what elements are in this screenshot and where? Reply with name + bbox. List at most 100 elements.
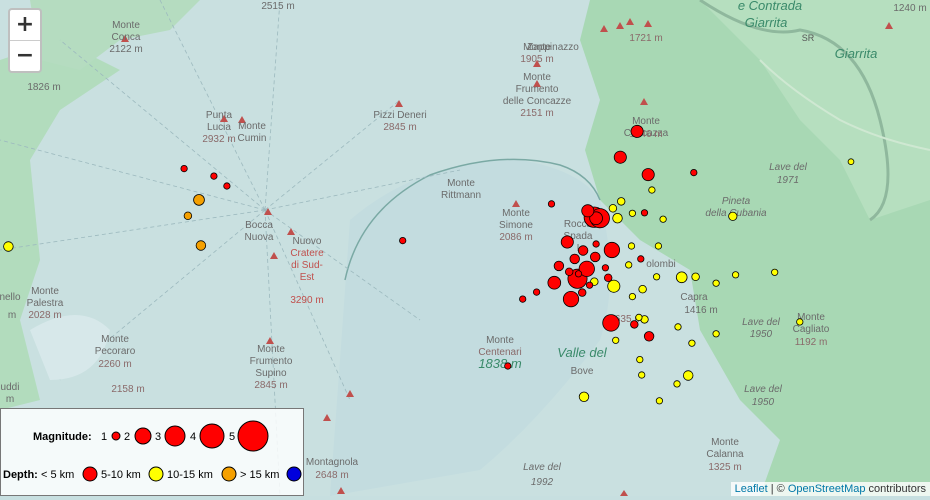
earthquake-marker[interactable] bbox=[553, 260, 565, 272]
earthquake-marker[interactable] bbox=[607, 279, 621, 293]
earthquake-marker[interactable] bbox=[643, 331, 655, 342]
earthquake-marker[interactable] bbox=[625, 261, 633, 269]
map-label: Conca bbox=[112, 32, 141, 43]
legend-depth-2-circle bbox=[148, 466, 164, 482]
earthquake-marker[interactable] bbox=[560, 235, 574, 249]
earthquake-marker[interactable] bbox=[628, 292, 637, 301]
map-label: Monte bbox=[447, 178, 475, 189]
earthquake-marker[interactable] bbox=[577, 245, 589, 256]
earthquake-marker[interactable] bbox=[638, 285, 647, 294]
earthquake-marker[interactable] bbox=[574, 270, 583, 278]
earthquake-marker[interactable] bbox=[578, 391, 590, 403]
earthquake-marker[interactable] bbox=[635, 313, 643, 321]
map-label: delle Concazze bbox=[503, 96, 572, 107]
earthquake-marker[interactable] bbox=[603, 241, 621, 259]
zoom-out-button[interactable]: − bbox=[10, 41, 40, 71]
earthquake-marker[interactable] bbox=[399, 237, 407, 245]
earthquake-marker[interactable] bbox=[578, 288, 587, 297]
earthquake-marker[interactable] bbox=[612, 336, 620, 344]
earthquake-marker[interactable] bbox=[180, 165, 188, 173]
earthquake-marker[interactable] bbox=[612, 212, 623, 224]
earthquake-marker[interactable] bbox=[613, 150, 627, 164]
map-label: Monte bbox=[711, 437, 739, 448]
earthquake-marker[interactable] bbox=[504, 362, 512, 370]
earthquake-marker[interactable] bbox=[630, 124, 644, 138]
osm-link[interactable]: OpenStreetMap bbox=[788, 483, 866, 495]
earthquake-marker[interactable] bbox=[652, 273, 661, 281]
earthquake-marker[interactable] bbox=[562, 290, 580, 308]
map-label: Pineta bbox=[722, 196, 751, 207]
earthquake-marker[interactable] bbox=[674, 323, 682, 331]
map-label: 2122 m bbox=[109, 44, 142, 55]
earthquake-marker[interactable] bbox=[608, 204, 618, 213]
earthquake-marker[interactable] bbox=[648, 186, 656, 194]
earthquake-marker[interactable] bbox=[655, 397, 664, 405]
legend-mag-5-label: 5 bbox=[229, 431, 235, 443]
earthquake-marker[interactable] bbox=[771, 268, 779, 276]
legend-mag-5-circle bbox=[237, 420, 269, 452]
earthquake-marker[interactable] bbox=[673, 380, 681, 388]
earthquake-marker[interactable] bbox=[712, 279, 720, 287]
earthquake-marker[interactable] bbox=[627, 242, 636, 250]
earthquake-marker[interactable] bbox=[688, 339, 696, 347]
earthquake-marker[interactable] bbox=[193, 194, 205, 206]
earthquake-marker[interactable] bbox=[3, 241, 14, 252]
map-label: Lucia bbox=[207, 122, 231, 133]
earthquake-marker[interactable] bbox=[592, 240, 600, 248]
earthquake-marker[interactable] bbox=[691, 272, 700, 281]
earthquake-marker[interactable] bbox=[654, 242, 663, 250]
earthquake-marker[interactable] bbox=[601, 264, 610, 272]
earthquake-marker[interactable] bbox=[617, 197, 626, 206]
earthquake-marker[interactable] bbox=[659, 215, 667, 223]
earthquake-marker[interactable] bbox=[210, 172, 218, 180]
map-label: Frumento bbox=[250, 356, 293, 367]
map-label: Palestra bbox=[27, 298, 64, 309]
earthquake-marker[interactable] bbox=[675, 271, 688, 284]
earthquake-marker[interactable] bbox=[847, 158, 855, 166]
earthquake-marker[interactable] bbox=[590, 251, 601, 263]
legend-depth-4-label: > 15 km bbox=[240, 469, 279, 481]
map-label: 1971 bbox=[777, 175, 799, 186]
earthquake-marker[interactable] bbox=[547, 200, 556, 208]
leaflet-link[interactable]: Leaflet bbox=[735, 483, 768, 495]
legend-depth-1-circle bbox=[82, 466, 98, 482]
earthquake-marker[interactable] bbox=[565, 267, 574, 276]
map-label: Monte bbox=[257, 344, 285, 355]
legend-depth-2-label: 5-10 km bbox=[101, 469, 141, 481]
earthquake-marker[interactable] bbox=[640, 209, 649, 217]
earthquake-marker[interactable] bbox=[731, 271, 740, 279]
attribution-separator: | © bbox=[767, 483, 788, 495]
earthquake-marker[interactable] bbox=[683, 370, 694, 381]
earthquake-marker[interactable] bbox=[604, 273, 613, 282]
earthquake-marker[interactable] bbox=[728, 211, 738, 221]
map-label: 2648 m bbox=[315, 470, 348, 481]
earthquake-marker[interactable] bbox=[630, 320, 639, 329]
map-label: uddi bbox=[1, 382, 20, 393]
map-label: 1721 m bbox=[629, 33, 662, 44]
earthquake-marker[interactable] bbox=[569, 253, 580, 265]
map-label: 1240 m bbox=[893, 3, 926, 14]
earthquake-marker[interactable] bbox=[602, 314, 620, 332]
earthquake-marker[interactable] bbox=[637, 255, 645, 263]
map-label: Simone bbox=[499, 220, 533, 231]
earthquake-marker[interactable] bbox=[223, 182, 231, 190]
earthquake-marker[interactable] bbox=[195, 240, 207, 251]
earthquake-marker[interactable] bbox=[532, 288, 541, 296]
earthquake-marker[interactable] bbox=[585, 281, 594, 289]
map-label: Lave del bbox=[523, 462, 562, 473]
map-label: olombi bbox=[646, 259, 675, 270]
earthquake-marker[interactable] bbox=[712, 330, 720, 338]
earthquake-marker[interactable] bbox=[641, 168, 655, 182]
earthquake-marker[interactable] bbox=[547, 275, 562, 290]
earthquake-marker[interactable] bbox=[796, 318, 804, 326]
map-label: 2845 m bbox=[383, 122, 416, 133]
earthquake-marker[interactable] bbox=[581, 204, 595, 218]
earthquake-marker[interactable] bbox=[628, 209, 637, 217]
earthquake-marker[interactable] bbox=[183, 211, 193, 220]
map-label: 1905 m bbox=[520, 54, 553, 65]
zoom-in-button[interactable]: + bbox=[10, 10, 40, 41]
earthquake-marker[interactable] bbox=[638, 371, 646, 379]
earthquake-marker[interactable] bbox=[690, 169, 698, 177]
earthquake-marker[interactable] bbox=[636, 355, 644, 364]
earthquake-marker[interactable] bbox=[519, 295, 527, 303]
